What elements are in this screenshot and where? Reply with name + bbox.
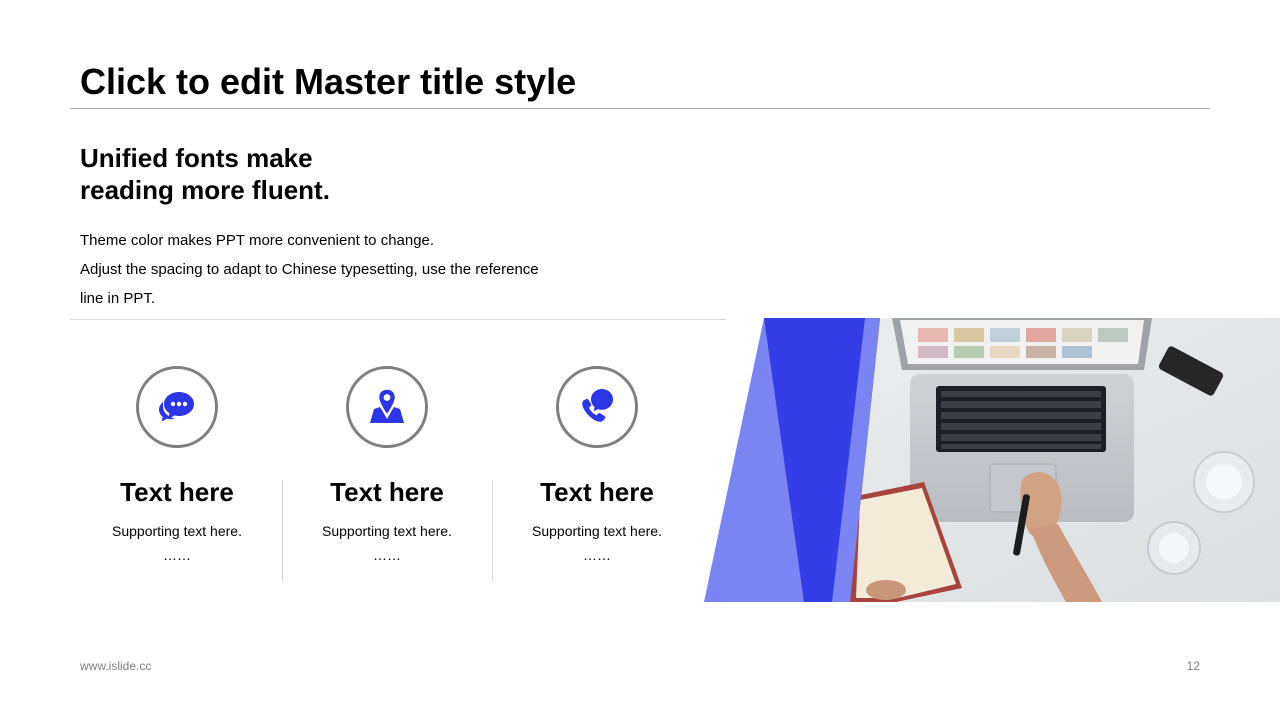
subtitle-line: reading more fluent. — [80, 175, 330, 205]
feature-title: Text here — [120, 477, 234, 507]
feature-card[interactable]: Text here Supporting text here. …… — [282, 366, 492, 563]
feature-title: Text here — [330, 477, 444, 507]
map-pin-icon — [370, 388, 404, 423]
feature-ellipsis: …… — [373, 547, 401, 563]
laptop-desk-photo[interactable] — [700, 318, 1280, 602]
feature-card[interactable]: Text here Supporting text here. …… — [492, 366, 702, 563]
feature-text: Supporting text here. — [112, 523, 242, 539]
slide: Click to edit Master title style Unified… — [0, 0, 1280, 720]
body-line: line in PPT. — [80, 290, 156, 307]
feature-ellipsis: …… — [583, 547, 611, 563]
subtitle-line: Unified fonts make — [80, 143, 313, 173]
body-line: Theme color makes PPT more convenient to… — [80, 232, 435, 249]
icon-ring — [136, 366, 218, 448]
feature-ellipsis: …… — [163, 547, 191, 563]
body-text[interactable]: Theme color makes PPT more convenient to… — [80, 226, 600, 313]
icon-ring — [556, 366, 638, 448]
feature-card[interactable]: Text here Supporting text here. …… — [72, 366, 282, 563]
title-divider — [70, 108, 1210, 109]
body-line: Adjust the spacing to adapt to Chinese t… — [80, 261, 539, 278]
phone-chat-icon — [582, 389, 613, 422]
icon-ring — [346, 366, 428, 448]
footer-url[interactable]: www.islide.cc — [80, 658, 151, 674]
subtitle[interactable]: Unified fonts make reading more fluent. — [80, 142, 330, 206]
slide-title[interactable]: Click to edit Master title style — [80, 60, 576, 104]
page-number: 12 — [1186, 659, 1200, 673]
feature-title: Text here — [540, 477, 654, 507]
feature-text: Supporting text here. — [532, 523, 662, 539]
section-divider — [70, 319, 726, 320]
chat-bubble-icon — [159, 392, 194, 422]
feature-text: Supporting text here. — [322, 523, 452, 539]
